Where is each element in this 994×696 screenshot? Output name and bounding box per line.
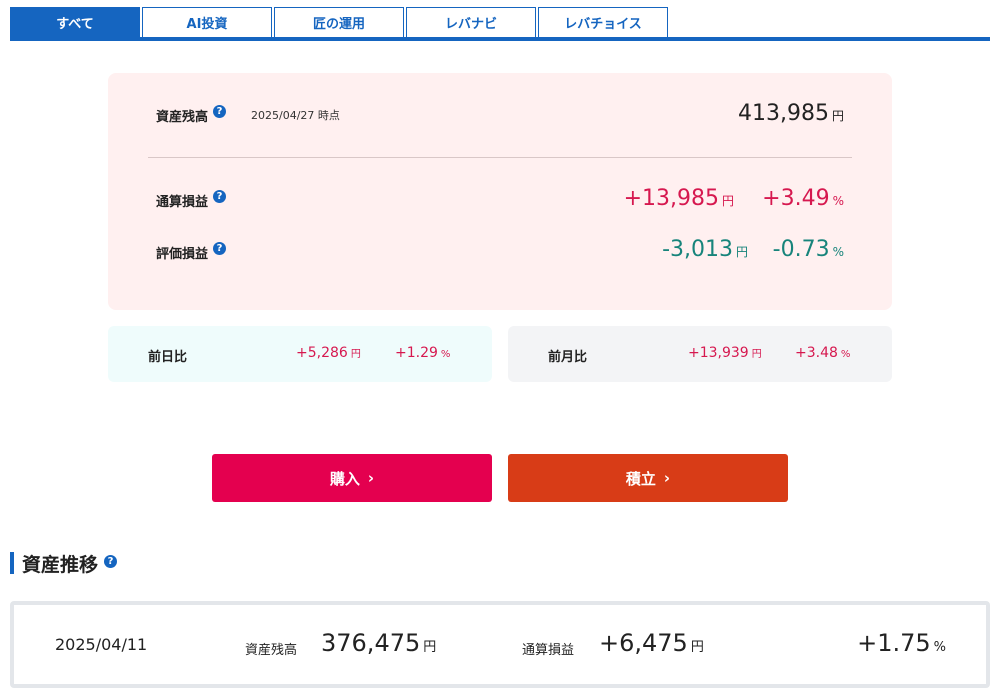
valuation-pl-pct: -0.73 bbox=[772, 237, 830, 262]
help-icon[interactable]: ? bbox=[213, 242, 227, 255]
history-balance-value: 376,475 bbox=[321, 629, 421, 657]
chevron-right-icon: › bbox=[663, 469, 671, 487]
month-change-label: 前月比 bbox=[548, 350, 588, 365]
yen-unit: 円 bbox=[423, 640, 437, 655]
product-tabs: すべて AI投資 匠の運用 レバナビ レバチョイス bbox=[10, 7, 990, 41]
history-date: 2025/04/11 bbox=[55, 635, 148, 654]
section-title: 資産推移 bbox=[22, 553, 99, 576]
valuation-pl-label-group: 評価損益 ? bbox=[156, 242, 227, 262]
buy-button[interactable]: 購入 › bbox=[212, 454, 492, 502]
pct-unit: % bbox=[840, 349, 851, 360]
month-change-amount: +13,939 円 bbox=[688, 345, 762, 361]
pct-unit: % bbox=[933, 640, 946, 655]
valuation-pl-value: -3,013 bbox=[662, 237, 733, 262]
day-change-percent: +1.29% bbox=[395, 345, 450, 361]
total-pl-amount: +13,985 円 bbox=[624, 186, 734, 211]
help-icon[interactable]: ? bbox=[213, 105, 227, 118]
accumulate-button[interactable]: 積立 › bbox=[508, 454, 788, 502]
month-change-percent: +3.48% bbox=[795, 345, 850, 361]
day-change-pct: +1.29 bbox=[395, 345, 438, 361]
tab-levanavi[interactable]: レバナビ bbox=[406, 7, 536, 37]
tab-ai-investment[interactable]: AI投資 bbox=[142, 7, 272, 37]
total-pl-percent: +3.49% bbox=[762, 186, 844, 211]
balance-value: 413,985 bbox=[738, 101, 829, 126]
asset-history-row[interactable]: 2025/04/11 資産残高 376,475 円 通算損益 +6,475 円 +1… bbox=[10, 601, 990, 688]
total-pl-pct: +3.49 bbox=[762, 186, 830, 211]
history-pl-label: 通算損益 bbox=[522, 643, 575, 658]
month-change-pct: +3.48 bbox=[795, 345, 838, 361]
balance-label-group: 資産残高 ? bbox=[156, 105, 227, 125]
balance-amount: 413,985 円 bbox=[738, 101, 844, 126]
yen-unit: 円 bbox=[721, 194, 734, 208]
valuation-pl-amount: -3,013 円 bbox=[662, 237, 748, 262]
pct-unit: % bbox=[440, 349, 451, 360]
total-pl-label-group: 通算損益 ? bbox=[156, 190, 227, 210]
history-pl-percent: +1.75% bbox=[857, 629, 946, 657]
day-change-amount: +5,286 円 bbox=[296, 345, 361, 361]
history-pl-pct: +1.75 bbox=[857, 629, 931, 657]
valuation-pl-label: 評価損益 bbox=[156, 247, 209, 262]
yen-unit: 円 bbox=[831, 109, 844, 123]
accumulate-button-label: 積立 bbox=[625, 469, 656, 488]
valuation-pl-percent: -0.73% bbox=[773, 237, 844, 262]
day-over-day-panel: 前日比 +5,286 円 +1.29% bbox=[108, 326, 492, 382]
help-icon[interactable]: ? bbox=[213, 190, 227, 203]
as-of-date: 2025/04/27 時点 bbox=[251, 109, 340, 122]
yen-unit: 円 bbox=[350, 349, 361, 360]
month-over-month-panel: 前月比 +13,939 円 +3.48% bbox=[508, 326, 892, 382]
history-pl-amount: +6,475 円 bbox=[599, 629, 704, 657]
balance-label: 資産残高 bbox=[156, 110, 209, 125]
history-pl-value: +6,475 bbox=[599, 629, 688, 657]
history-balance-label: 資産残高 bbox=[245, 643, 298, 658]
help-icon[interactable]: ? bbox=[104, 554, 118, 568]
total-pl-label: 通算損益 bbox=[156, 195, 209, 210]
asset-history-heading: 資産推移 ? bbox=[10, 552, 118, 576]
tab-levachoice[interactable]: レバチョイス bbox=[538, 7, 668, 37]
day-change-label: 前日比 bbox=[148, 350, 188, 365]
heading-accent-bar bbox=[10, 552, 14, 574]
total-pl-value: +13,985 bbox=[623, 186, 719, 211]
asset-summary-panel: 資産残高 ? 2025/04/27 時点 413,985 円 通算損益 ? +13… bbox=[108, 73, 892, 310]
tab-all[interactable]: すべて bbox=[10, 7, 140, 37]
tab-takumi-management[interactable]: 匠の運用 bbox=[274, 7, 404, 37]
yen-unit: 円 bbox=[735, 245, 748, 259]
history-balance-amount: 376,475 円 bbox=[321, 629, 436, 657]
divider bbox=[148, 157, 852, 158]
buy-button-label: 購入 bbox=[329, 469, 360, 488]
yen-unit: 円 bbox=[690, 640, 704, 655]
chevron-right-icon: › bbox=[367, 469, 375, 487]
yen-unit: 円 bbox=[751, 349, 762, 360]
day-change-value: +5,286 bbox=[296, 345, 348, 361]
pct-unit: % bbox=[832, 245, 844, 259]
month-change-value: +13,939 bbox=[688, 345, 749, 361]
pct-unit: % bbox=[832, 194, 844, 208]
